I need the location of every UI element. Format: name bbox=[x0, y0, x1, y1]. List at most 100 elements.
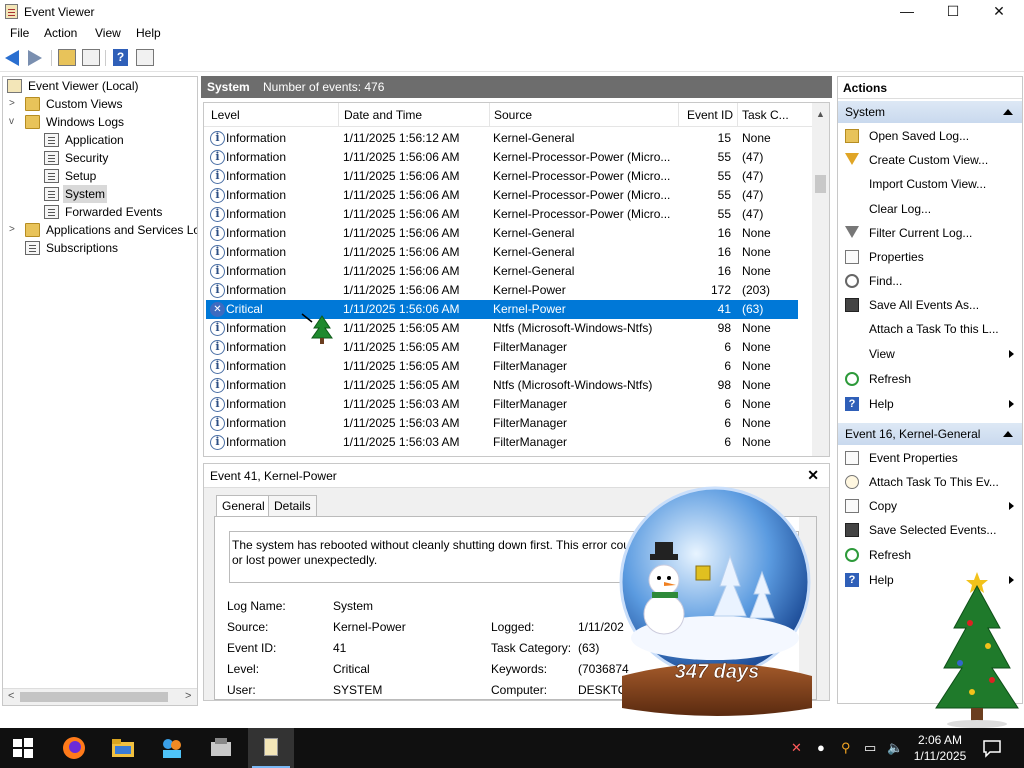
maximize-button[interactable]: ☐ bbox=[930, 0, 976, 24]
action-create-custom-view[interactable]: Create Custom View... bbox=[838, 148, 1022, 172]
collapse-icon[interactable] bbox=[1003, 431, 1013, 437]
scroll-right-icon[interactable]: > bbox=[185, 690, 191, 702]
table-row[interactable]: i Information 1/11/2025 1:56:06 AM Kernel-P… bbox=[206, 186, 798, 205]
cell-event-id: 55 bbox=[717, 188, 731, 202]
action-refresh[interactable]: Refresh bbox=[838, 367, 1022, 391]
table-row[interactable]: i Information 1/11/2025 1:56:03 AM FilterMa… bbox=[206, 433, 798, 452]
menu-file[interactable]: File bbox=[10, 26, 29, 40]
action-refresh-event[interactable]: Refresh bbox=[838, 543, 1022, 567]
action-save-all-events[interactable]: Save All Events As... bbox=[838, 293, 1022, 317]
table-row[interactable]: i Information 1/11/2025 1:56:05 AM FilterMa… bbox=[206, 338, 798, 357]
action-help[interactable]: ? Help bbox=[838, 392, 1022, 416]
actions-section-system[interactable]: System bbox=[838, 101, 1022, 123]
cell-date-time: 1/11/2025 1:56:05 AM bbox=[343, 340, 460, 354]
table-row[interactable]: i Information 1/11/2025 1:56:03 AM FilterMa… bbox=[206, 395, 798, 414]
minimize-button[interactable]: — bbox=[884, 0, 930, 24]
users-app-icon[interactable] bbox=[160, 736, 184, 760]
toolbar-separator bbox=[51, 50, 52, 66]
close-detail-icon[interactable]: ✕ bbox=[807, 467, 819, 484]
help-icon[interactable]: ? bbox=[113, 49, 128, 66]
cell-task-category: None bbox=[742, 131, 771, 145]
column-separator[interactable] bbox=[678, 103, 679, 127]
network-warning-icon[interactable]: ✕ bbox=[791, 740, 802, 756]
table-row[interactable]: i Information 1/11/2025 1:56:06 AM Kernel-G… bbox=[206, 262, 798, 281]
table-row[interactable]: i Information 1/11/2025 1:56:12 AM Kernel-G… bbox=[206, 129, 798, 148]
close-button[interactable]: ✕ bbox=[976, 0, 1022, 24]
chevron-right-icon[interactable]: > bbox=[9, 98, 15, 109]
column-task-category[interactable]: Task C... bbox=[742, 108, 789, 122]
action-copy[interactable]: Copy bbox=[838, 494, 1022, 518]
tab-details[interactable]: Details bbox=[268, 495, 317, 517]
action-attach-task-to-event[interactable]: Attach Task To This Ev... bbox=[838, 470, 1022, 494]
scroll-left-icon[interactable]: < bbox=[8, 690, 14, 702]
column-source[interactable]: Source bbox=[494, 108, 532, 122]
action-attach-task-to-log[interactable]: Attach a Task To this L... bbox=[838, 317, 1022, 341]
tab-general[interactable]: General bbox=[216, 495, 271, 517]
actions-section-event[interactable]: Event 16, Kernel-General bbox=[838, 423, 1022, 445]
scroll-up-icon[interactable]: ▲ bbox=[816, 109, 825, 119]
table-row[interactable]: i Information 1/11/2025 1:56:06 AM Kernel-G… bbox=[206, 224, 798, 243]
table-row[interactable]: i Information 1/11/2025 1:56:05 AM Ntfs (Mi… bbox=[206, 319, 798, 338]
cell-level: Information bbox=[226, 131, 287, 145]
action-filter-current-log[interactable]: Filter Current Log... bbox=[838, 221, 1022, 245]
up-folder-icon[interactable] bbox=[58, 49, 76, 66]
help-icon: ? bbox=[845, 397, 859, 411]
action-properties[interactable]: Properties bbox=[838, 245, 1022, 269]
action-import-custom-view[interactable]: Import Custom View... bbox=[838, 172, 1022, 196]
chevron-right-icon[interactable]: > bbox=[9, 224, 15, 235]
firefox-icon[interactable] bbox=[62, 736, 86, 760]
volume-icon[interactable]: 🔈 bbox=[887, 740, 903, 756]
action-clear-log[interactable]: Clear Log... bbox=[838, 197, 1022, 221]
windows-start-icon[interactable] bbox=[12, 736, 34, 760]
action-find[interactable]: Find... bbox=[838, 269, 1022, 293]
table-row[interactable]: i Information 1/11/2025 1:56:03 AM FilterMa… bbox=[206, 414, 798, 433]
table-row[interactable]: i Information 1/11/2025 1:56:05 AM Ntfs (Mi… bbox=[206, 376, 798, 395]
show-hide-tree-icon[interactable] bbox=[82, 49, 100, 66]
action-event-properties[interactable]: Event Properties bbox=[838, 446, 1022, 470]
scrollbar-thumb[interactable] bbox=[815, 175, 826, 193]
information-icon: i bbox=[210, 245, 225, 260]
properties-icon bbox=[845, 250, 859, 264]
action-view[interactable]: View bbox=[838, 342, 1022, 366]
column-date-time[interactable]: Date and Time bbox=[344, 108, 422, 122]
device-app-icon[interactable] bbox=[209, 736, 233, 760]
menu-help[interactable]: Help bbox=[136, 26, 161, 40]
menu-view[interactable]: View bbox=[95, 26, 121, 40]
column-level[interactable]: Level bbox=[211, 108, 240, 122]
column-event-id[interactable]: Event ID bbox=[687, 108, 733, 122]
tree-horizontal-scrollbar[interactable]: < > bbox=[3, 688, 197, 705]
forward-arrow-icon[interactable] bbox=[28, 50, 42, 66]
action-open-saved-log[interactable]: Open Saved Log... bbox=[838, 124, 1022, 148]
cell-level: Information bbox=[226, 226, 287, 240]
notifications-icon[interactable] bbox=[982, 738, 1002, 758]
file-explorer-icon[interactable] bbox=[111, 736, 135, 760]
table-row[interactable]: i Information 1/11/2025 1:56:06 AM Kernel-P… bbox=[206, 281, 798, 300]
taskbar-clock[interactable]: 2:06 AM 1/11/2025 bbox=[906, 732, 974, 764]
label-logged: Logged: bbox=[491, 620, 535, 634]
network-icon[interactable]: ▭ bbox=[864, 740, 876, 756]
column-separator[interactable] bbox=[737, 103, 738, 127]
cell-date-time: 1/11/2025 1:56:06 AM bbox=[343, 169, 460, 183]
cell-level: Information bbox=[226, 435, 287, 449]
table-row[interactable]: i Information 1/11/2025 1:56:06 AM Kernel-P… bbox=[206, 148, 798, 167]
show-hide-action-pane-icon[interactable] bbox=[136, 49, 154, 66]
taskbar-active-event-viewer[interactable] bbox=[248, 728, 294, 768]
column-separator[interactable] bbox=[338, 103, 339, 127]
collapse-icon[interactable] bbox=[1003, 109, 1013, 115]
table-row[interactable]: i Information 1/11/2025 1:56:06 AM Kernel-P… bbox=[206, 167, 798, 186]
table-row[interactable]: i Information 1/11/2025 1:56:06 AM Kernel-P… bbox=[206, 205, 798, 224]
event-list-scrollbar[interactable]: ▲ bbox=[812, 103, 829, 456]
chevron-down-icon[interactable]: v bbox=[9, 116, 14, 127]
cell-event-id: 16 bbox=[717, 245, 731, 259]
column-separator[interactable] bbox=[489, 103, 490, 127]
search-key-icon[interactable]: ⚲ bbox=[841, 740, 851, 756]
scrollbar-thumb[interactable] bbox=[20, 692, 168, 702]
table-row[interactable]: i Information 1/11/2025 1:56:05 AM FilterMa… bbox=[206, 357, 798, 376]
back-arrow-icon[interactable] bbox=[5, 50, 19, 66]
drop-icon[interactable]: ● bbox=[817, 740, 825, 755]
cell-source: FilterManager bbox=[493, 397, 568, 411]
menu-action[interactable]: Action bbox=[44, 26, 77, 40]
table-row[interactable]: i Information 1/11/2025 1:56:06 AM Kernel-G… bbox=[206, 243, 798, 262]
table-row[interactable]: ✕ Critical 1/11/2025 1:56:06 AM Kernel-Powe… bbox=[206, 300, 798, 319]
action-save-selected-events[interactable]: Save Selected Events... bbox=[838, 518, 1022, 542]
